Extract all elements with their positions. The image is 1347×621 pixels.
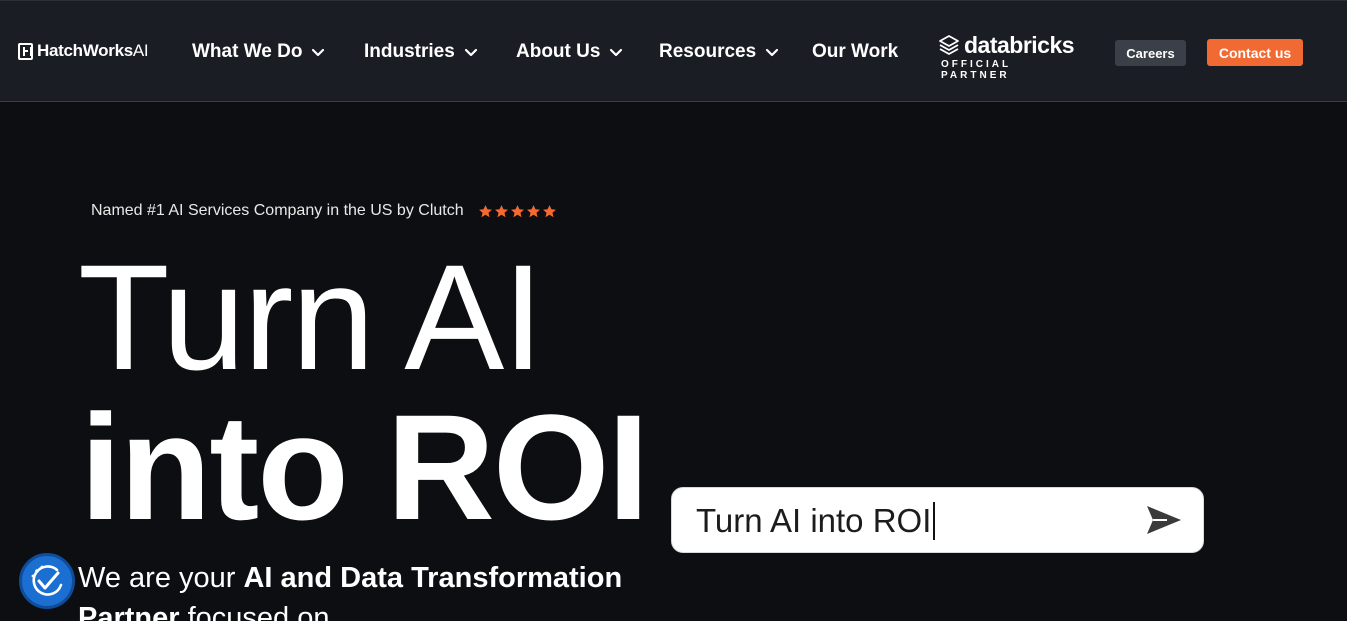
databricks-layers-icon	[939, 35, 959, 55]
nav-label: Industries	[364, 41, 455, 62]
nav-label: What We Do	[192, 41, 303, 62]
hero-subheading: We are your AI and Data Transformation P…	[78, 562, 623, 621]
nav-label: Resources	[659, 41, 757, 62]
chevron-down-icon	[464, 48, 477, 57]
hatchworks-logo-icon	[18, 42, 33, 60]
star-rating	[478, 204, 557, 219]
nav-item-what-we-do[interactable]: What We Do	[192, 39, 326, 65]
databricks-name: databricks	[964, 31, 1075, 58]
chevron-down-icon	[766, 48, 779, 57]
careers-button[interactable]: Careers	[1115, 40, 1186, 66]
text-caret	[933, 502, 936, 540]
star-icon	[526, 204, 540, 217]
logo-text: HatchWorksAI	[37, 41, 149, 60]
hero-title-line-1: Turn AI	[78, 233, 544, 401]
prompt-text: Turn AI into ROI	[696, 502, 936, 540]
nav-item-our-work[interactable]: Our Work	[812, 39, 898, 65]
page: HatchWorksAI What We Do Industries About…	[0, 0, 1347, 621]
star-icon	[542, 204, 556, 217]
hero-title-line-2: into ROI	[80, 383, 649, 551]
nav-item-resources[interactable]: Resources	[659, 39, 780, 65]
ai-prompt-input[interactable]: Turn AI into ROI	[671, 487, 1204, 553]
star-icon	[510, 204, 524, 217]
site-header: HatchWorksAI What We Do Industries About…	[0, 0, 1347, 102]
star-icon	[478, 204, 492, 217]
databricks-wordmark: databricks	[938, 32, 1084, 58]
nav-item-industries[interactable]: Industries	[364, 39, 479, 65]
accessibility-check-icon	[31, 565, 63, 596]
star-icon	[494, 204, 508, 217]
clutch-badge: Named #1 AI Services Company in the US b…	[91, 200, 557, 222]
nav-item-about-us[interactable]: About Us	[516, 39, 624, 65]
nav-label: About Us	[516, 41, 601, 62]
partner-tagline: OFFICIAL PARTNER	[941, 59, 1011, 81]
databricks-partner-logo[interactable]: databricks OFFICIAL PARTNER	[938, 32, 1084, 81]
chevron-down-icon	[312, 48, 325, 57]
accessibility-widget-button[interactable]	[19, 553, 75, 609]
hatchworks-logo[interactable]: HatchWorksAI	[18, 40, 149, 62]
nav-label: Our Work	[812, 41, 899, 62]
contact-us-button[interactable]: Contact us	[1207, 39, 1303, 66]
badge-text: Named #1 AI Services Company in the US b…	[91, 202, 464, 219]
send-icon[interactable]	[1145, 503, 1183, 537]
chevron-down-icon	[610, 48, 623, 57]
